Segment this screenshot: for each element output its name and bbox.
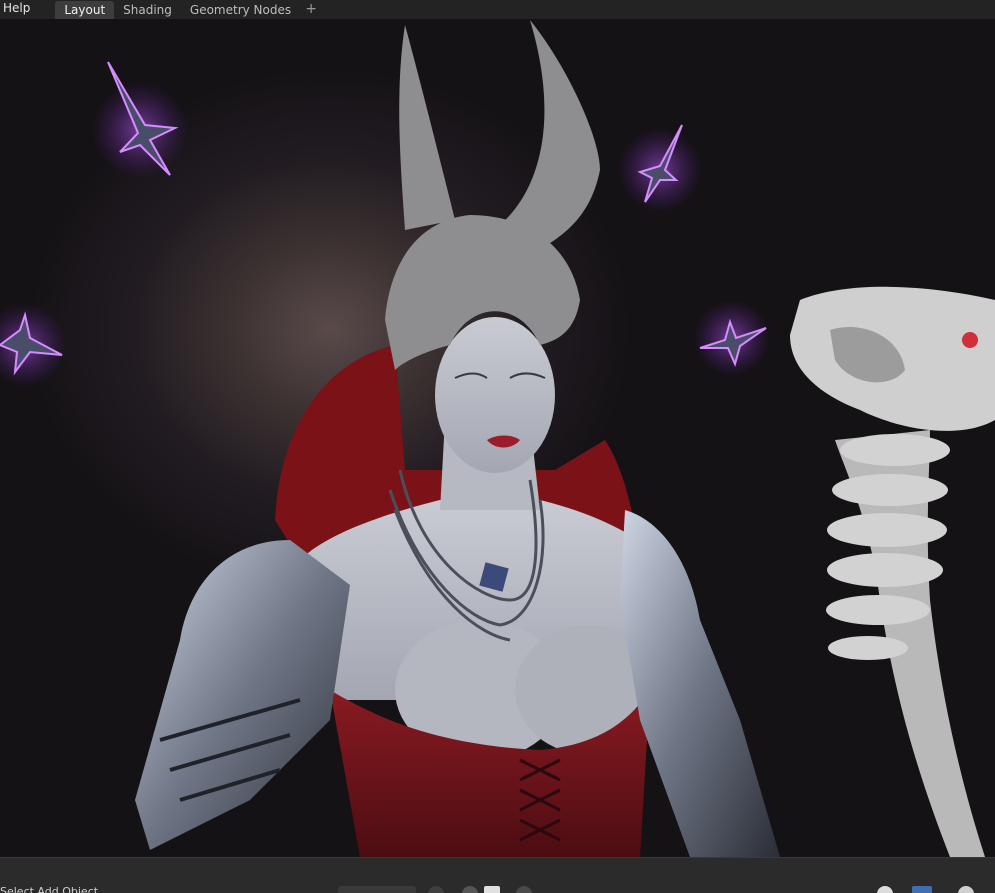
3d-viewport[interactable] xyxy=(0,19,995,857)
shuriken-2 xyxy=(618,124,702,212)
workspace-tabs: Layout Shading Geometry Nodes + xyxy=(55,0,322,19)
status-hint-text: Select Add Object xyxy=(0,885,99,893)
tab-geometry-nodes[interactable]: Geometry Nodes xyxy=(181,1,300,19)
shading-mode-icon[interactable] xyxy=(958,886,974,893)
menu-help[interactable]: Help xyxy=(0,0,33,19)
snap-icon[interactable] xyxy=(462,886,478,893)
status-bar: Select Add Object xyxy=(0,857,995,893)
armor-left-shoulder xyxy=(135,540,350,850)
tab-layout[interactable]: Layout xyxy=(55,1,115,19)
visibility-icon[interactable] xyxy=(877,886,893,893)
pivot-icon[interactable] xyxy=(428,886,444,893)
shuriken-3 xyxy=(0,303,67,387)
shuriken-1 xyxy=(92,61,188,178)
face xyxy=(435,317,555,473)
top-bar: Help Layout Shading Geometry Nodes + xyxy=(0,0,995,19)
armor-right-shoulder xyxy=(620,510,780,857)
proportional-edit-icon[interactable] xyxy=(516,886,532,893)
bone-staff xyxy=(790,286,995,857)
add-workspace-button[interactable]: + xyxy=(300,1,322,19)
shuriken-4 xyxy=(694,300,770,376)
staff-red-eye xyxy=(962,332,978,348)
tab-shading[interactable]: Shading xyxy=(114,1,181,19)
overlay-toggle-icon[interactable] xyxy=(912,886,932,893)
snap-target-icon[interactable] xyxy=(484,886,500,893)
orientation-dropdown[interactable] xyxy=(338,886,416,893)
viewport-render xyxy=(0,20,995,857)
